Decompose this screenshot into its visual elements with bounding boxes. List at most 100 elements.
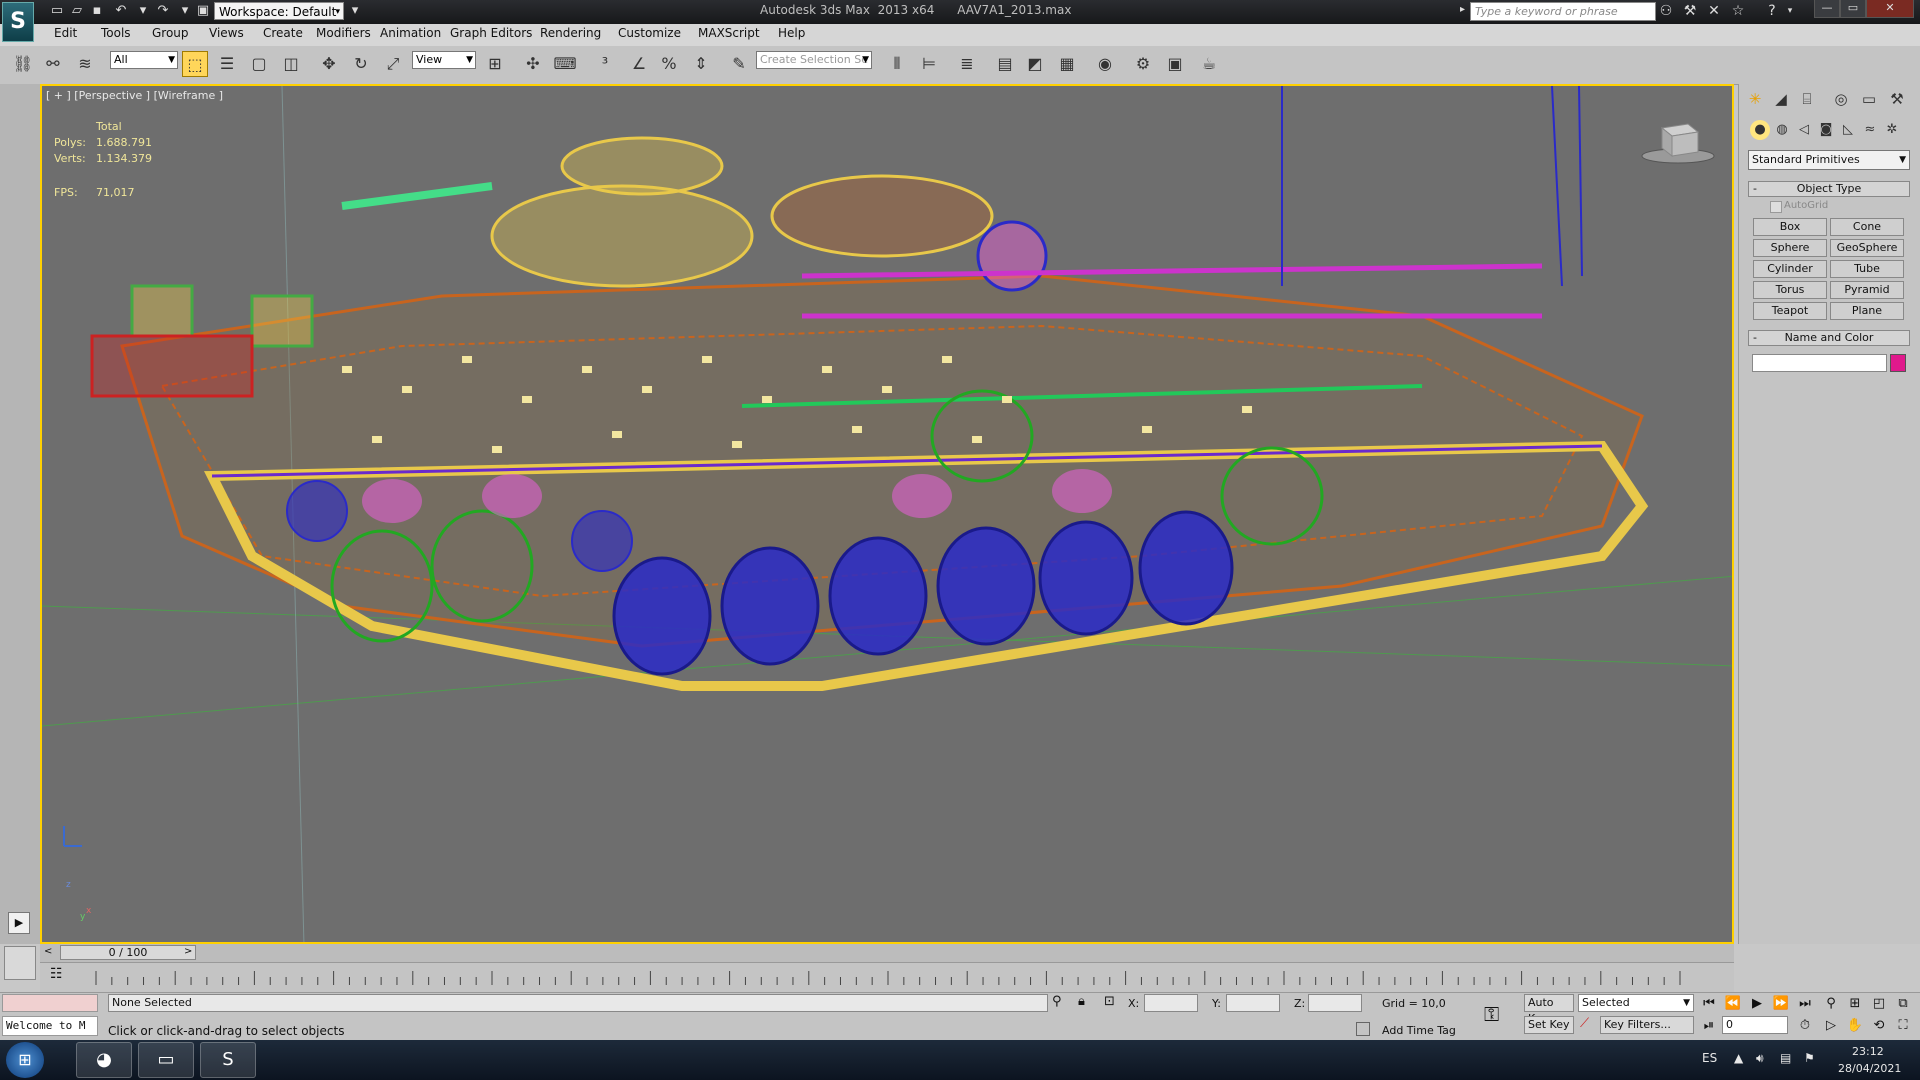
align-icon[interactable]: ⊨: [916, 51, 942, 77]
select-object-icon[interactable]: ⬚: [182, 51, 208, 77]
x-coord-input[interactable]: [1144, 994, 1198, 1012]
time-slider-next-icon[interactable]: >: [184, 946, 192, 957]
select-by-name-icon[interactable]: ☰: [214, 51, 240, 77]
set-key-button[interactable]: Set Key: [1524, 1016, 1574, 1034]
display-tab-icon[interactable]: ▭: [1858, 88, 1880, 110]
shapes-category-icon[interactable]: ◍: [1772, 120, 1792, 140]
object-color-swatch[interactable]: [1890, 354, 1906, 372]
render-setup-icon[interactable]: ⚙: [1130, 51, 1156, 77]
help-icon[interactable]: ?: [1762, 2, 1782, 20]
redo-icon[interactable]: ↷: [154, 2, 172, 20]
teapot-button[interactable]: Teapot: [1753, 302, 1827, 320]
undo-dropdown-icon[interactable]: ▾: [134, 2, 152, 20]
material-editor-icon[interactable]: ◉: [1092, 51, 1118, 77]
key-mode-dropdown[interactable]: Selected ▼: [1578, 994, 1694, 1012]
3dsmax-taskbar-icon[interactable]: S: [200, 1042, 256, 1078]
plane-button[interactable]: Plane: [1830, 302, 1904, 320]
menu-edit[interactable]: Edit: [54, 26, 77, 40]
rectangular-selection-icon[interactable]: ▢: [246, 51, 272, 77]
go-to-start-icon[interactable]: ⏮: [1698, 994, 1720, 1014]
systems-category-icon[interactable]: ✲: [1882, 120, 1902, 140]
time-configuration-icon[interactable]: ⏱: [1794, 1016, 1816, 1036]
communication-center-icon[interactable]: ✕: [1704, 2, 1724, 20]
menu-modifiers[interactable]: Modifiers: [316, 26, 371, 40]
y-coord-input[interactable]: [1226, 994, 1280, 1012]
curve-editor-icon[interactable]: ◩: [1022, 51, 1048, 77]
menu-graph-editors[interactable]: Graph Editors: [450, 26, 532, 40]
key-mode-toggle-icon[interactable]: ⏯: [1698, 1016, 1720, 1036]
next-frame-icon[interactable]: ⏩: [1770, 994, 1792, 1014]
firefox-icon[interactable]: ◕: [76, 1042, 132, 1078]
layer-manager-icon[interactable]: ≣: [954, 51, 980, 77]
time-slider-thumb[interactable]: 0 / 100: [60, 945, 196, 960]
edit-named-selection-icon[interactable]: ✎: [726, 51, 752, 77]
geosphere-button[interactable]: GeoSphere: [1830, 239, 1904, 257]
sphere-button[interactable]: Sphere: [1753, 239, 1827, 257]
track-bar[interactable]: [40, 962, 1734, 993]
start-button[interactable]: ⊞: [6, 1042, 44, 1078]
help-dropdown-icon[interactable]: ▾: [1780, 2, 1800, 20]
space-warps-category-icon[interactable]: ≈: [1860, 120, 1880, 140]
pan-view-icon[interactable]: ✋: [1844, 1016, 1866, 1036]
go-to-end-icon[interactable]: ⏭: [1794, 994, 1816, 1014]
helpers-category-icon[interactable]: ◺: [1838, 120, 1858, 140]
select-and-manipulate-icon[interactable]: ✣: [520, 51, 546, 77]
name-and-color-rollout[interactable]: - Name and Color: [1748, 330, 1910, 346]
save-icon[interactable]: ▪: [88, 2, 106, 20]
perspective-viewport[interactable]: [40, 84, 1734, 944]
z-coord-input[interactable]: [1308, 994, 1362, 1012]
zoom-all-icon[interactable]: ⊞: [1844, 994, 1866, 1014]
play-animation-icon[interactable]: ▶: [1746, 994, 1768, 1014]
menu-views[interactable]: Views: [209, 26, 244, 40]
project-folder-icon[interactable]: ▣: [194, 2, 212, 20]
create-tab-icon[interactable]: ✳: [1744, 88, 1766, 110]
cylinder-button[interactable]: Cylinder: [1753, 260, 1827, 278]
open-file-icon[interactable]: ▱: [68, 2, 86, 20]
key-filters-button[interactable]: Key Filters...: [1600, 1016, 1694, 1034]
file-explorer-icon[interactable]: ▭: [138, 1042, 194, 1078]
orbit-icon[interactable]: ⟲: [1868, 1016, 1890, 1036]
cameras-category-icon[interactable]: ◙: [1816, 120, 1836, 140]
menu-create[interactable]: Create: [263, 26, 303, 40]
menu-group[interactable]: Group: [152, 26, 189, 40]
redo-dropdown-icon[interactable]: ▾: [176, 2, 194, 20]
maximize-button[interactable]: ▭: [1840, 0, 1866, 18]
window-crossing-icon[interactable]: ◫: [278, 51, 304, 77]
clock-time[interactable]: 23:12: [1852, 1045, 1884, 1058]
undo-icon[interactable]: ↶: [112, 2, 130, 20]
primitive-type-dropdown[interactable]: Standard Primitives ▼: [1748, 150, 1910, 170]
play-preview-icon[interactable]: ▶: [8, 912, 30, 934]
autogrid-checkbox[interactable]: [1770, 201, 1782, 213]
menu-tools[interactable]: Tools: [101, 26, 131, 40]
search-input[interactable]: Type a keyword or phrase: [1470, 2, 1656, 21]
hierarchy-tab-icon[interactable]: ⌸: [1796, 88, 1818, 110]
time-slider-prev-icon[interactable]: <: [44, 946, 52, 957]
object-name-input[interactable]: [1752, 354, 1887, 372]
keyboard-shortcut-override-icon[interactable]: ⌨: [552, 51, 578, 77]
snaps-toggle-icon[interactable]: ³: [592, 51, 618, 77]
utilities-tab-icon[interactable]: ⚒: [1886, 88, 1908, 110]
add-time-tag-button[interactable]: Add Time Tag: [1382, 1024, 1456, 1037]
rendered-frame-window-icon[interactable]: ▣: [1162, 51, 1188, 77]
menu-animation[interactable]: Animation: [380, 26, 441, 40]
modify-tab-icon[interactable]: ◢: [1770, 88, 1792, 110]
previous-frame-icon[interactable]: ⏪: [1722, 994, 1744, 1014]
spinner-snap-icon[interactable]: ⇕: [688, 51, 714, 77]
show-hidden-icons-icon[interactable]: ▲: [1734, 1051, 1743, 1065]
default-in-out-tangent-icon[interactable]: ⟋: [1580, 1016, 1589, 1031]
schematic-view-icon[interactable]: ▦: [1054, 51, 1080, 77]
pyramid-button[interactable]: Pyramid: [1830, 281, 1904, 299]
maxscript-mini-listener[interactable]: Welcome to M: [2, 1016, 98, 1036]
new-file-icon[interactable]: ▭: [48, 2, 66, 20]
menu-rendering[interactable]: Rendering: [540, 26, 601, 40]
input-language-indicator[interactable]: ES: [1702, 1051, 1717, 1065]
favorites-star-icon[interactable]: ☆: [1728, 2, 1748, 20]
app-logo-icon[interactable]: S: [2, 2, 34, 42]
reference-coordinate-dropdown[interactable]: View ▼: [412, 51, 476, 69]
subscription-icon[interactable]: ⚒: [1680, 2, 1700, 20]
render-production-icon[interactable]: ☕: [1196, 51, 1222, 77]
current-frame-input[interactable]: 0: [1722, 1016, 1788, 1034]
maxscript-listener-input[interactable]: [2, 994, 98, 1012]
set-key-icon[interactable]: ⚿: [1484, 1002, 1499, 1026]
select-and-scale-icon[interactable]: ⤢: [380, 51, 406, 77]
